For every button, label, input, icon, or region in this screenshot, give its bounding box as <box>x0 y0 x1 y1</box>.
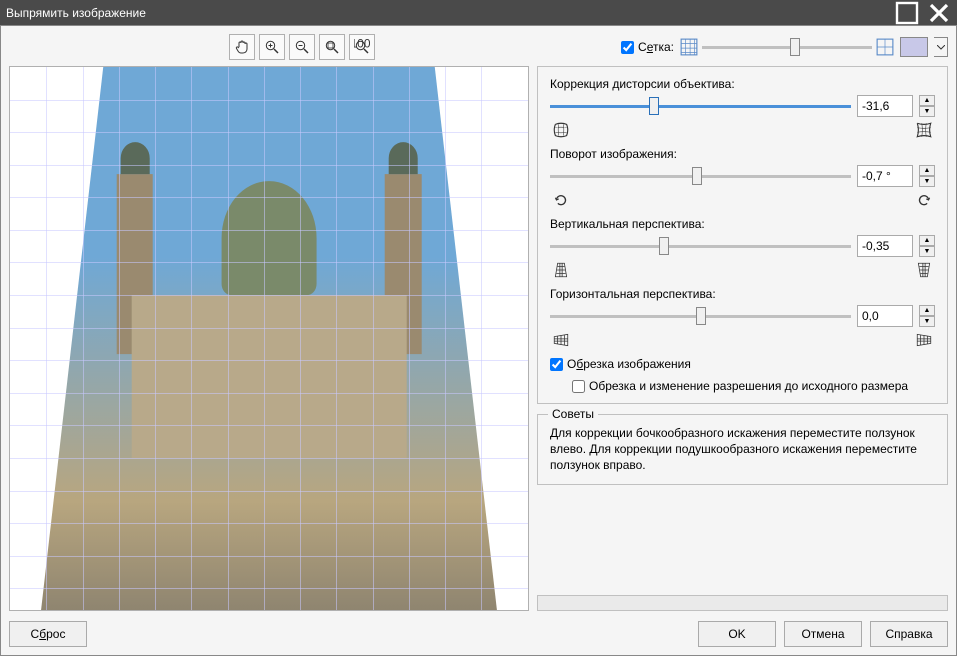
reset-button[interactable]: Сброс <box>9 621 87 647</box>
rotate-slider[interactable] <box>550 175 851 178</box>
titlebar[interactable]: Выпрямить изображение <box>0 0 957 25</box>
window-title: Выпрямить изображение <box>6 6 895 20</box>
rotate-ccw-icon[interactable] <box>552 191 570 209</box>
horizontal-perspective-group: Горизонтальная перспектива: ▲▼ <box>550 287 935 349</box>
barrel-icon[interactable] <box>552 121 570 139</box>
crop-resize-label: Обрезка и изменение разрешения до исходн… <box>589 379 908 393</box>
vpersp-slider[interactable] <box>550 245 851 248</box>
dialog-window: Выпрямить изображение <box>0 0 957 656</box>
hpersp-slider[interactable] <box>550 315 851 318</box>
rotate-value[interactable] <box>857 165 913 187</box>
lens-slider[interactable] <box>550 105 851 108</box>
tips-box: Советы Для коррекции бочкообразного иска… <box>537 414 948 485</box>
crop-resize-checkbox-input[interactable] <box>572 380 585 393</box>
hpersp-spin-up[interactable]: ▲ <box>919 305 935 316</box>
crop-label: Обрезка изображения <box>567 357 691 371</box>
cancel-button[interactable]: Отмена <box>784 621 862 647</box>
help-button[interactable]: Справка <box>870 621 948 647</box>
client-area: 100 Сетка: <box>0 25 957 656</box>
grid-dense-icon <box>680 38 698 56</box>
lens-label: Коррекция дисторсии объектива: <box>550 77 935 91</box>
tips-title: Советы <box>548 407 598 421</box>
hpersp-label: Горизонтальная перспектива: <box>550 287 935 301</box>
rotate-label: Поворот изображения: <box>550 147 935 161</box>
button-bar: Сброс OK Отмена Справка <box>9 617 948 647</box>
zoom-100-button[interactable]: 100 <box>349 34 375 60</box>
hpersp-left-icon[interactable] <box>552 331 570 349</box>
grid-checkbox[interactable]: Сетка: <box>621 40 674 54</box>
grid-sparse-icon <box>876 38 894 56</box>
preview-panel[interactable] <box>9 66 529 611</box>
lens-spin-down[interactable]: ▼ <box>919 106 935 117</box>
rotate-spin-down[interactable]: ▼ <box>919 176 935 187</box>
hpersp-value[interactable] <box>857 305 913 327</box>
zoom-out-button[interactable] <box>289 34 315 60</box>
right-panel: Коррекция дисторсии объектива: ▲▼ Повор <box>537 66 948 611</box>
zoom-in-button[interactable] <box>259 34 285 60</box>
grid-color-dropdown[interactable] <box>934 37 948 57</box>
crop-checkbox-input[interactable] <box>550 358 563 371</box>
preview-image <box>10 67 528 610</box>
vpersp-label: Вертикальная перспектива: <box>550 217 935 231</box>
hand-tool-button[interactable] <box>229 34 255 60</box>
vpersp-spin-down[interactable]: ▼ <box>919 246 935 257</box>
rotate-spin-up[interactable]: ▲ <box>919 165 935 176</box>
hpersp-right-icon[interactable] <box>915 331 933 349</box>
lens-value[interactable] <box>857 95 913 117</box>
hpersp-spin-down[interactable]: ▼ <box>919 316 935 327</box>
pincushion-icon[interactable] <box>915 121 933 139</box>
grid-checkbox-input[interactable] <box>621 41 634 54</box>
maximize-button[interactable] <box>895 4 919 22</box>
grid-color-swatch[interactable] <box>900 37 928 57</box>
grid-label: Сетка: <box>638 40 674 54</box>
correction-controls: Коррекция дисторсии объектива: ▲▼ Повор <box>537 66 948 404</box>
zoom-toolbar: 100 <box>229 34 375 60</box>
vpersp-top-icon[interactable] <box>552 261 570 279</box>
rotate-group: Поворот изображения: ▲▼ <box>550 147 935 209</box>
lens-distortion-group: Коррекция дисторсии объектива: ▲▼ <box>550 77 935 139</box>
zoom-fit-button[interactable] <box>319 34 345 60</box>
grid-size-slider[interactable] <box>702 46 872 49</box>
grid-controls: Сетка: <box>621 37 948 57</box>
rotate-cw-icon[interactable] <box>915 191 933 209</box>
close-button[interactable] <box>927 4 951 22</box>
crop-resize-checkbox[interactable]: Обрезка и изменение разрешения до исходн… <box>572 379 935 393</box>
horizontal-scrollbar[interactable] <box>537 595 948 611</box>
crop-checkbox[interactable]: Обрезка изображения <box>550 357 935 371</box>
vpersp-value[interactable] <box>857 235 913 257</box>
ok-button[interactable]: OK <box>698 621 776 647</box>
vpersp-bottom-icon[interactable] <box>915 261 933 279</box>
svg-text:100: 100 <box>354 39 370 51</box>
lens-spin-up[interactable]: ▲ <box>919 95 935 106</box>
vpersp-spin-up[interactable]: ▲ <box>919 235 935 246</box>
vertical-perspective-group: Вертикальная перспектива: ▲▼ <box>550 217 935 279</box>
tips-text: Для коррекции бочкообразного искажения п… <box>550 425 935 474</box>
